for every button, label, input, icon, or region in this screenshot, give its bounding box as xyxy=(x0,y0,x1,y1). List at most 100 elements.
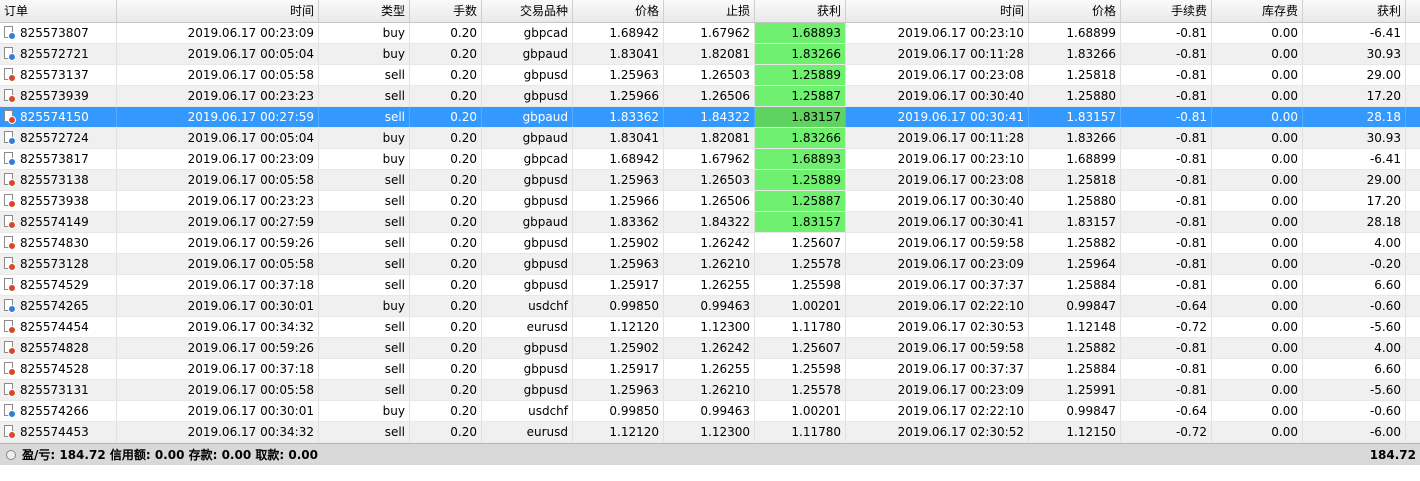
cell-symbol: gbpcad xyxy=(482,149,573,169)
table-row[interactable]: 825574149 2019.06.17 00:27:59 sell 0.20 gbpa… xyxy=(0,212,1420,233)
cell-type: sell xyxy=(319,191,410,211)
cell-profit: 6.60 xyxy=(1303,275,1406,295)
cell-open-time: 2019.06.17 00:27:59 xyxy=(117,107,319,127)
cell-type: buy xyxy=(319,44,410,64)
column-header-order[interactable]: 订单 xyxy=(0,0,117,22)
table-row[interactable]: 825574266 2019.06.17 00:30:01 buy 0.20 usdch… xyxy=(0,401,1420,422)
cell-open-price: 1.25963 xyxy=(573,254,664,274)
sell-order-icon xyxy=(3,173,16,187)
cell-symbol: gbpaud xyxy=(482,107,573,127)
cell-stop-loss: 1.26503 xyxy=(664,170,755,190)
summary-radio-icon[interactable] xyxy=(6,449,16,460)
cell-close-time: 2019.06.17 00:11:28 xyxy=(846,44,1029,64)
cell-open-time: 2019.06.17 00:23:09 xyxy=(117,23,319,43)
cell-close-time: 2019.06.17 00:23:09 xyxy=(846,380,1029,400)
cell-swap: 0.00 xyxy=(1212,233,1303,253)
cell-close-price: 1.83266 xyxy=(1029,128,1121,148)
table-row[interactable]: 825573131 2019.06.17 00:05:58 sell 0.20 gbpu… xyxy=(0,380,1420,401)
cell-order: 825574528 xyxy=(0,359,117,379)
cell-profit: 30.93 xyxy=(1303,128,1406,148)
cell-take-profit: 1.00201 xyxy=(755,296,846,316)
cell-symbol: gbpusd xyxy=(482,275,573,295)
cell-type: buy xyxy=(319,128,410,148)
summary-bar: 盈/亏: 184.72 信用额: 0.00 存款: 0.00 取款: 0.00 … xyxy=(0,443,1420,465)
cell-close-price: 1.68899 xyxy=(1029,23,1121,43)
sell-order-icon xyxy=(3,257,16,271)
sell-order-icon xyxy=(3,215,16,229)
cell-order: 825573137 xyxy=(0,65,117,85)
cell-open-time: 2019.06.17 00:05:58 xyxy=(117,170,319,190)
buy-order-icon xyxy=(3,404,16,418)
cell-stop-loss: 1.82081 xyxy=(664,44,755,64)
column-header-open-price[interactable]: 价格 xyxy=(573,0,664,22)
table-row[interactable]: 825574528 2019.06.17 00:37:18 sell 0.20 gbpu… xyxy=(0,359,1420,380)
cell-swap: 0.00 xyxy=(1212,149,1303,169)
table-row[interactable]: 825572721 2019.06.17 00:05:04 buy 0.20 gbpau… xyxy=(0,44,1420,65)
table-row[interactable]: 825573939 2019.06.17 00:23:23 sell 0.20 gbpu… xyxy=(0,86,1420,107)
cell-profit: -5.60 xyxy=(1303,317,1406,337)
cell-order: 825574266 xyxy=(0,401,117,421)
order-number: 825573138 xyxy=(20,173,89,187)
column-header-open-time[interactable]: 时间 xyxy=(117,0,319,22)
table-row[interactable]: 825572724 2019.06.17 00:05:04 buy 0.20 gbpau… xyxy=(0,128,1420,149)
cell-close-price: 1.25964 xyxy=(1029,254,1121,274)
cell-open-price: 1.25917 xyxy=(573,275,664,295)
cell-order: 825574150 xyxy=(0,107,117,127)
cell-take-profit: 1.25598 xyxy=(755,275,846,295)
column-header-take-profit[interactable]: 获利 xyxy=(755,0,846,22)
cell-lots: 0.20 xyxy=(410,212,482,232)
cell-profit: -5.60 xyxy=(1303,380,1406,400)
cell-stop-loss: 1.26255 xyxy=(664,275,755,295)
table-row[interactable]: 825574150 2019.06.17 00:27:59 sell 0.20 gbpa… xyxy=(0,107,1420,128)
cell-stop-loss: 1.26210 xyxy=(664,254,755,274)
column-header-close-price[interactable]: 价格 xyxy=(1029,0,1121,22)
table-row[interactable]: 825574265 2019.06.17 00:30:01 buy 0.20 usdch… xyxy=(0,296,1420,317)
table-row[interactable]: 825574454 2019.06.17 00:34:32 sell 0.20 euru… xyxy=(0,317,1420,338)
order-number: 825573137 xyxy=(20,68,89,82)
cell-close-time: 2019.06.17 00:23:10 xyxy=(846,23,1029,43)
cell-open-price: 1.12120 xyxy=(573,317,664,337)
cell-close-price: 1.12150 xyxy=(1029,422,1121,442)
column-header-symbol[interactable]: 交易品种 xyxy=(482,0,573,22)
column-header-commission[interactable]: 手续费 xyxy=(1121,0,1212,22)
cell-profit: 28.18 xyxy=(1303,212,1406,232)
table-row[interactable]: 825574828 2019.06.17 00:59:26 sell 0.20 gbpu… xyxy=(0,338,1420,359)
order-number: 825574265 xyxy=(20,299,89,313)
cell-stop-loss: 1.26242 xyxy=(664,338,755,358)
cell-open-time: 2019.06.17 00:05:58 xyxy=(117,380,319,400)
table-row[interactable]: 825574830 2019.06.17 00:59:26 sell 0.20 gbpu… xyxy=(0,233,1420,254)
cell-close-price: 1.83157 xyxy=(1029,107,1121,127)
table-row[interactable]: 825574453 2019.06.17 00:34:32 sell 0.20 euru… xyxy=(0,422,1420,443)
table-row[interactable]: 825573128 2019.06.17 00:05:58 sell 0.20 gbpu… xyxy=(0,254,1420,275)
column-header-lots[interactable]: 手数 xyxy=(410,0,482,22)
cell-lots: 0.20 xyxy=(410,317,482,337)
cell-close-price: 1.25991 xyxy=(1029,380,1121,400)
column-header-profit[interactable]: 获利 xyxy=(1303,0,1406,22)
cell-open-price: 1.25963 xyxy=(573,65,664,85)
cell-symbol: gbpusd xyxy=(482,359,573,379)
cell-close-price: 1.25880 xyxy=(1029,86,1121,106)
table-row[interactable]: 825573807 2019.06.17 00:23:09 buy 0.20 gbpca… xyxy=(0,23,1420,44)
table-row[interactable]: 825573137 2019.06.17 00:05:58 sell 0.20 gbpu… xyxy=(0,65,1420,86)
cell-order: 825572721 xyxy=(0,44,117,64)
column-header-type[interactable]: 类型 xyxy=(319,0,410,22)
table-row[interactable]: 825573938 2019.06.17 00:23:23 sell 0.20 gbpu… xyxy=(0,191,1420,212)
column-header-close-time[interactable]: 时间 xyxy=(846,0,1029,22)
cell-open-time: 2019.06.17 00:05:04 xyxy=(117,128,319,148)
table-body: 825573807 2019.06.17 00:23:09 buy 0.20 gbpca… xyxy=(0,23,1420,443)
cell-stop-loss: 1.26255 xyxy=(664,359,755,379)
cell-open-time: 2019.06.17 00:05:04 xyxy=(117,44,319,64)
column-header-stop-loss[interactable]: 止损 xyxy=(664,0,755,22)
cell-open-price: 1.12120 xyxy=(573,422,664,442)
cell-open-time: 2019.06.17 00:27:59 xyxy=(117,212,319,232)
cell-take-profit: 1.83157 xyxy=(755,107,846,127)
cell-close-time: 2019.06.17 02:30:52 xyxy=(846,422,1029,442)
table-row[interactable]: 825574529 2019.06.17 00:37:18 sell 0.20 gbpu… xyxy=(0,275,1420,296)
cell-open-price: 1.25917 xyxy=(573,359,664,379)
table-row[interactable]: 825573138 2019.06.17 00:05:58 sell 0.20 gbpu… xyxy=(0,170,1420,191)
column-header-swap[interactable]: 库存费 xyxy=(1212,0,1303,22)
cell-open-time: 2019.06.17 00:30:01 xyxy=(117,296,319,316)
cell-open-time: 2019.06.17 00:59:26 xyxy=(117,338,319,358)
table-row[interactable]: 825573817 2019.06.17 00:23:09 buy 0.20 gbpca… xyxy=(0,149,1420,170)
cell-commission: -0.81 xyxy=(1121,338,1212,358)
